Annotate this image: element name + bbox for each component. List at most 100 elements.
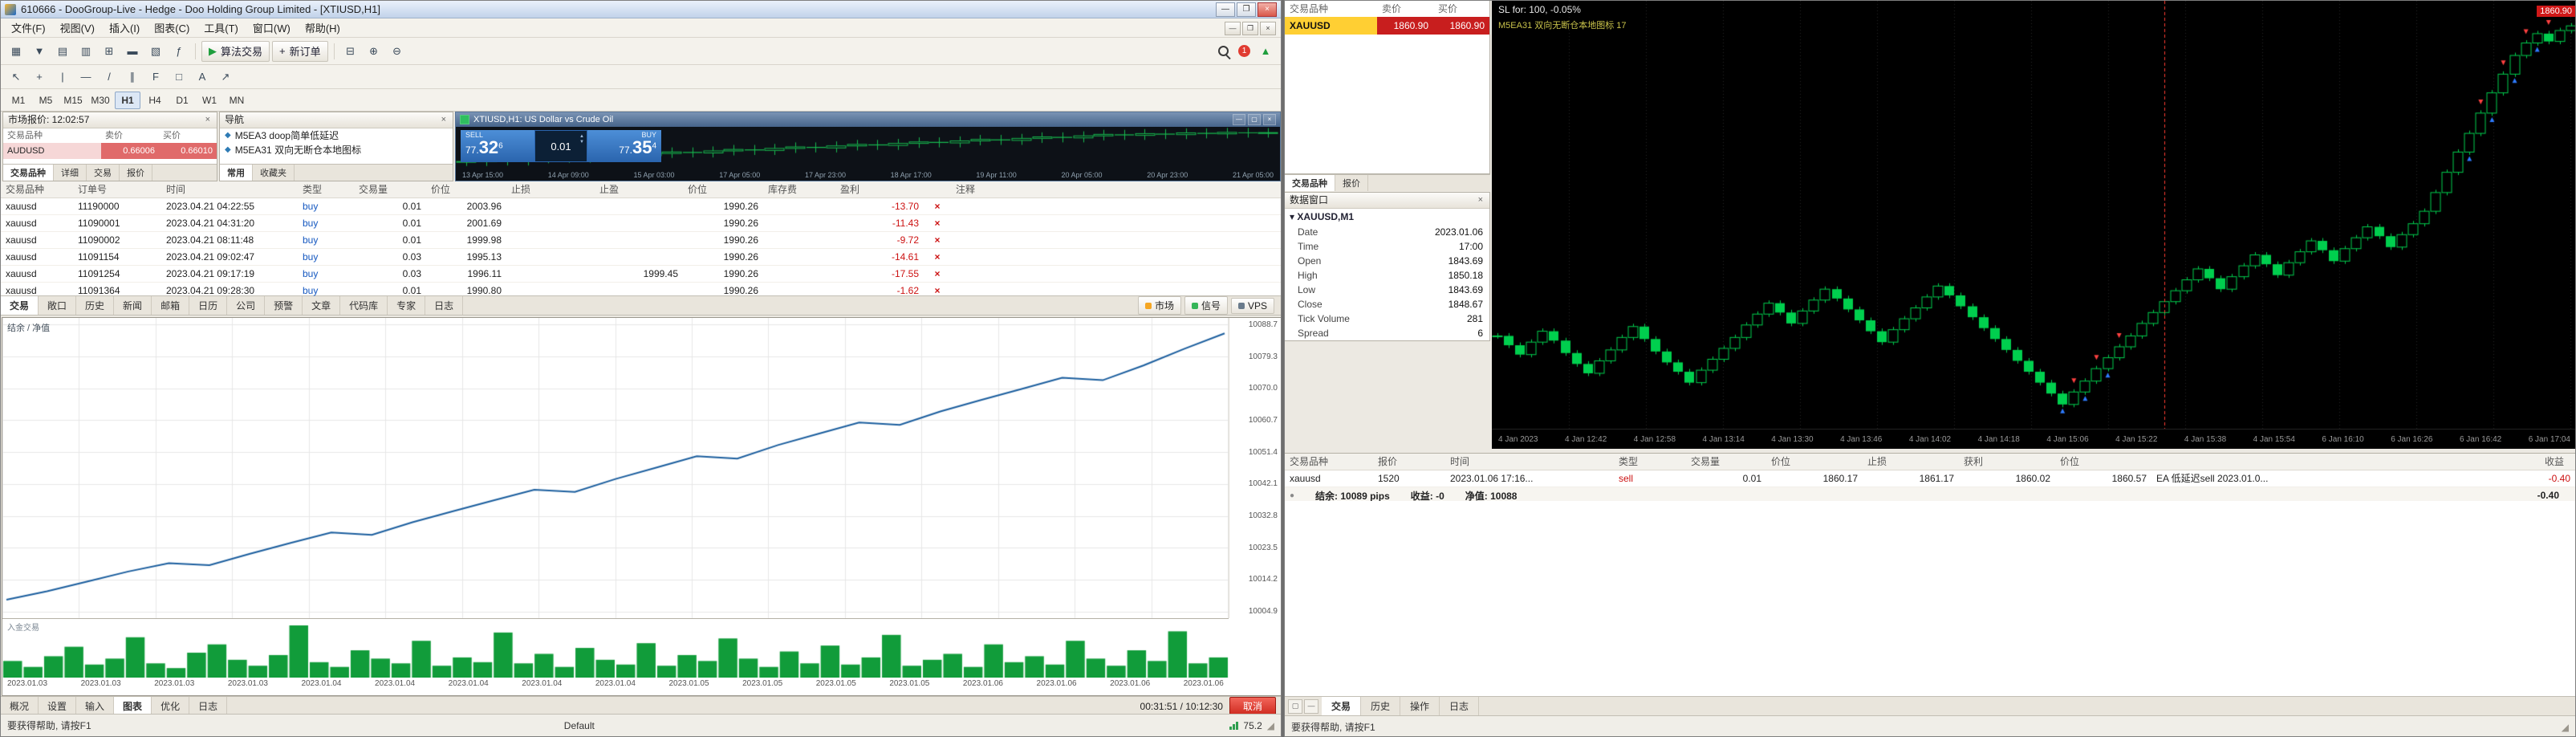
tab[interactable]: 收藏夹 — [253, 165, 295, 181]
tester-tab[interactable]: 日志 — [189, 697, 228, 715]
close-position-icon[interactable]: × — [924, 198, 951, 214]
menu-item[interactable]: 文件(F) — [4, 18, 53, 38]
menu-item[interactable]: 视图(V) — [53, 18, 102, 38]
xauusd-chart-canvas[interactable] — [1492, 1, 2575, 430]
indicators-icon[interactable]: ƒ — [169, 41, 189, 62]
algo-trading-button[interactable]: ▶ 算法交易 — [201, 40, 270, 62]
timeframe-button[interactable]: W1 — [197, 92, 222, 109]
timeframe-button[interactable]: MN — [224, 92, 250, 109]
chart-window-titlebar[interactable]: XTIUSD,H1: US Dollar vs Crude Oil — ▢ × — [456, 112, 1280, 127]
tab[interactable]: 交易品种 — [1285, 175, 1335, 191]
trade-volume-canvas[interactable] — [2, 619, 1229, 678]
cancel-button[interactable]: 取消 — [1229, 697, 1276, 715]
panel-list-icon[interactable]: — — [1304, 699, 1318, 714]
toolbox-service-button[interactable]: 市场 — [1137, 296, 1181, 315]
minimize-button[interactable]: — — [1216, 2, 1235, 17]
crosshair-icon[interactable]: + — [29, 67, 50, 88]
market-watch-icon[interactable]: ▤ — [52, 41, 73, 62]
text-icon[interactable]: A — [192, 67, 213, 88]
close-icon[interactable]: × — [1477, 193, 1485, 208]
tile-windows-icon[interactable]: ⊟ — [340, 41, 361, 62]
chart-close-button[interactable]: × — [1263, 114, 1276, 125]
navigator-expert-item[interactable]: ◆ M5EA3 doop简单低延迟 — [220, 128, 453, 143]
close-button[interactable]: × — [1258, 2, 1277, 17]
volume-down-icon[interactable]: ▼ — [579, 140, 584, 145]
tab[interactable]: 常用 — [220, 165, 253, 181]
restore-button[interactable]: ❐ — [1237, 2, 1256, 17]
resize-grip-icon[interactable]: ◢ — [2562, 722, 2569, 733]
search-icon[interactable] — [1213, 41, 1233, 62]
timeframe-button[interactable]: H1 — [115, 91, 140, 109]
position-row[interactable]: xauusd 11090002 2023.04.21 08:11:48 buy … — [1, 232, 1281, 249]
terminal-tab[interactable]: 日志 — [1440, 697, 1480, 715]
panel-dock-icon[interactable]: ▢ — [1288, 699, 1302, 714]
tester-tab[interactable]: 图表 — [114, 697, 152, 715]
timeframe-button[interactable]: M30 — [87, 92, 113, 109]
timeframe-button[interactable]: M5 — [33, 92, 59, 109]
strategy-tester-icon[interactable]: ▧ — [145, 41, 166, 62]
data-window-icon[interactable]: ▥ — [75, 41, 96, 62]
fibonacci-icon[interactable]: F — [145, 67, 166, 88]
tester-tab[interactable]: 优化 — [152, 697, 190, 715]
tab[interactable]: 报价 — [120, 165, 152, 181]
chart-minimize-button[interactable]: — — [1233, 114, 1245, 125]
terminal-tab[interactable]: 操作 — [1400, 697, 1440, 715]
tester-tab[interactable]: 设置 — [39, 697, 77, 715]
tab[interactable]: 详细 — [54, 165, 87, 181]
new-chart-icon[interactable]: ▦ — [6, 41, 26, 62]
toolbox-tab[interactable]: 代码库 — [340, 296, 388, 315]
child-close-button[interactable]: × — [1260, 22, 1276, 35]
trade-row[interactable]: xauusd 1520 2023.01.06 17:16... sell 0.0… — [1285, 470, 2575, 487]
navigator-expert-item[interactable]: ◆ M5EA31 双向无断仓本地图标 — [220, 143, 453, 157]
shapes-icon[interactable]: □ — [169, 67, 189, 88]
notification-badge[interactable]: 1 — [1238, 45, 1250, 57]
menu-item[interactable]: 图表(C) — [147, 18, 197, 38]
cursor-icon[interactable]: ↖ — [6, 67, 26, 88]
toolbox-tab[interactable]: 文章 — [303, 296, 341, 315]
toolbox-icon[interactable]: ▬ — [122, 41, 143, 62]
timeframe-button[interactable]: M1 — [6, 92, 31, 109]
toolbox-tab[interactable]: 公司 — [227, 296, 266, 315]
menu-item[interactable]: 帮助(H) — [298, 18, 347, 38]
child-minimize-button[interactable]: — — [1225, 22, 1241, 35]
trendline-icon[interactable]: / — [99, 67, 120, 88]
close-icon[interactable]: × — [440, 112, 448, 128]
menu-item[interactable]: 插入(I) — [102, 18, 147, 38]
timeframe-button[interactable]: H4 — [142, 92, 168, 109]
close-position-icon[interactable]: × — [924, 215, 951, 231]
close-position-icon[interactable]: × — [924, 266, 951, 282]
new-order-button[interactable]: + 新订单 — [272, 40, 328, 62]
toolbox-tab[interactable]: 日历 — [189, 296, 228, 315]
resize-grip-icon[interactable]: ◢ — [1267, 720, 1274, 731]
close-icon[interactable]: × — [204, 112, 212, 128]
toolbox-tab[interactable]: 预警 — [265, 296, 303, 315]
close-position-icon[interactable]: × — [924, 249, 951, 265]
position-row[interactable]: xauusd 11090001 2023.04.21 04:31:20 buy … — [1, 215, 1281, 232]
equity-chart-canvas[interactable] — [2, 318, 1229, 618]
tester-tab[interactable]: 概况 — [1, 697, 39, 715]
tab[interactable]: 报价 — [1335, 175, 1368, 191]
toolbox-tab[interactable]: 日志 — [425, 296, 464, 315]
navigator-icon[interactable]: ⊞ — [99, 41, 120, 62]
vertical-line-icon[interactable]: | — [52, 67, 73, 88]
status-profile[interactable]: Default — [564, 720, 595, 731]
quote-row[interactable]: AUDUSD 0.66006 0.66010 — [3, 143, 217, 159]
toolbox-tab[interactable]: 邮箱 — [152, 296, 190, 315]
tab[interactable]: 交易品种 — [3, 165, 54, 181]
terminal-tab[interactable]: 历史 — [1361, 697, 1401, 715]
position-row[interactable]: xauusd 11091154 2023.04.21 09:02:47 buy … — [1, 249, 1281, 266]
toolbox-tab[interactable]: 交易 — [1, 296, 39, 315]
toolbox-tab[interactable]: 历史 — [76, 296, 115, 315]
horizontal-line-icon[interactable]: — — [75, 67, 96, 88]
position-row[interactable]: xauusd 11190000 2023.04.21 04:22:55 buy … — [1, 198, 1281, 215]
tester-tab[interactable]: 输入 — [76, 697, 115, 715]
quote-row[interactable]: XAUUSD 1860.90 1860.90 — [1285, 17, 1489, 35]
account-status-icon[interactable]: ▲ — [1255, 41, 1276, 62]
zoom-in-icon[interactable]: ⊕ — [364, 41, 384, 62]
buy-button[interactable]: BUY 77.354 — [587, 130, 661, 162]
toolbox-service-button[interactable]: VPS — [1230, 297, 1274, 314]
toolbox-tab[interactable]: 专家 — [388, 296, 426, 315]
menu-item[interactable]: 窗口(W) — [246, 18, 298, 38]
channel-icon[interactable]: ∥ — [122, 67, 143, 88]
chevron-down-icon[interactable]: ▾ — [1290, 211, 1294, 222]
